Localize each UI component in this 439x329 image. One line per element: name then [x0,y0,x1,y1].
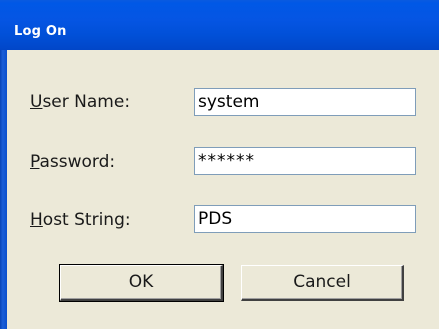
user-name-label: User Name: [30,92,130,112]
cancel-button[interactable]: Cancel [241,265,404,301]
host-string-label: Host String: [30,210,131,230]
logon-dialog: Log On User Name: system Password: *****… [0,0,439,329]
password-label: Password: [30,152,115,172]
window-left-border [0,50,7,329]
password-label-text: assword: [39,152,116,172]
user-name-label-accel: U [30,92,43,112]
ok-button[interactable]: OK [59,264,224,302]
user-name-input[interactable]: system [194,88,416,116]
password-input[interactable]: ****** [194,147,416,175]
title-bar[interactable]: Log On [0,0,439,50]
host-string-label-text: ost String: [42,210,131,230]
password-label-accel: P [30,152,40,172]
window-title: Log On [14,24,67,39]
user-name-label-text: ser Name: [42,92,131,112]
host-string-input[interactable]: PDS [194,205,416,233]
host-string-label-accel: H [30,210,43,230]
